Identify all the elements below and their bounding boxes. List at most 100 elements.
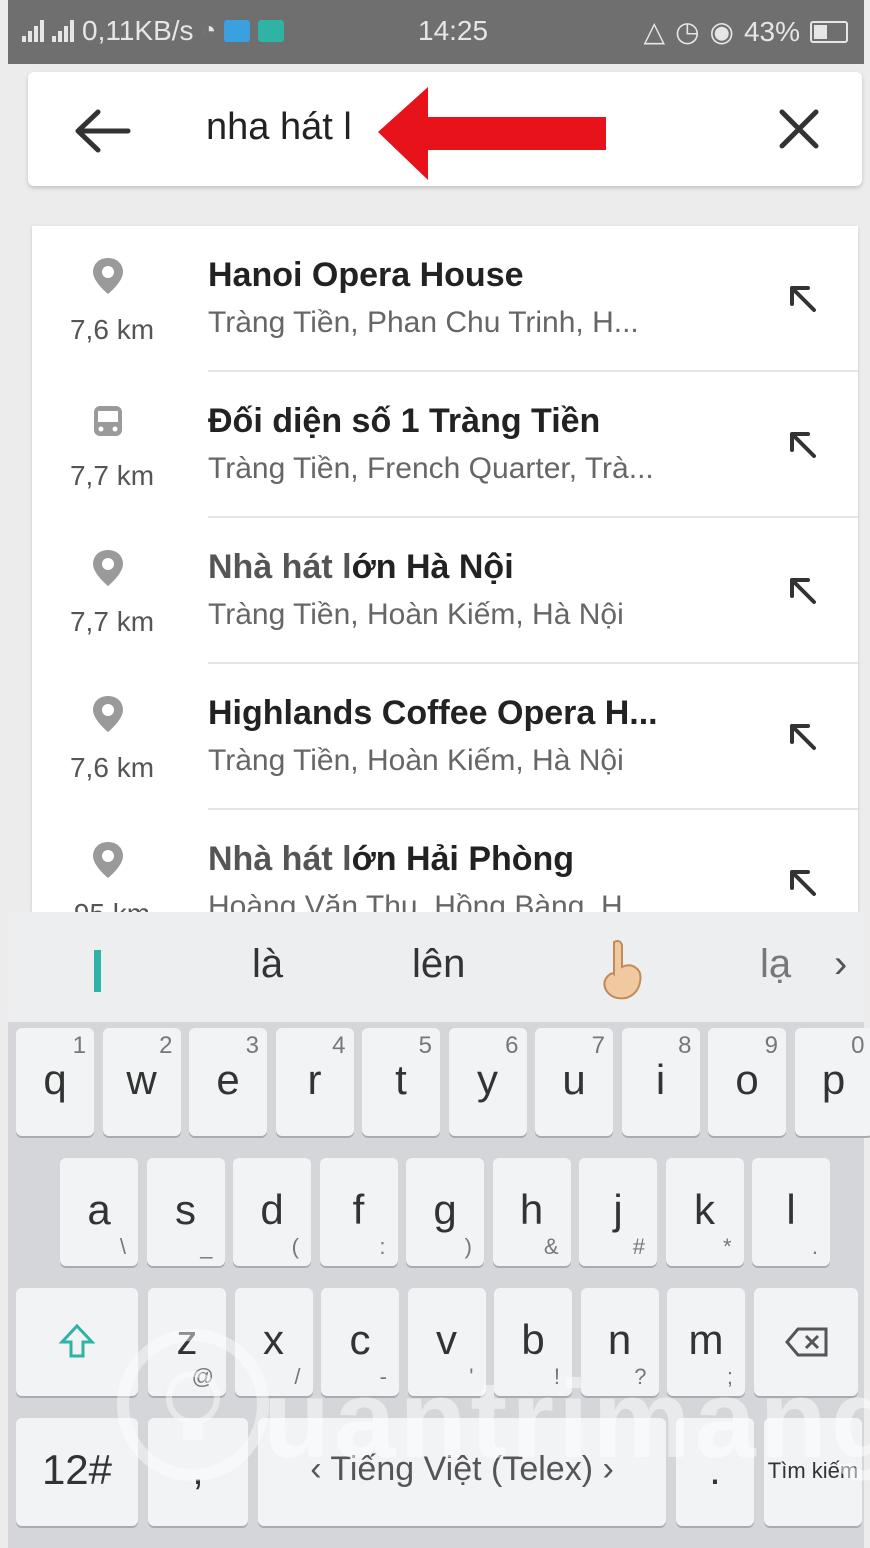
signal-icon-2 bbox=[52, 20, 74, 42]
suggestion-item[interactable]: là bbox=[252, 942, 283, 987]
result-subtitle: Tràng Tiền, Hoàn Kiếm, Hà Nội bbox=[208, 598, 624, 631]
key-r[interactable]: r4 bbox=[275, 1028, 354, 1136]
comma-key[interactable]: , bbox=[148, 1418, 248, 1526]
location-pin-icon bbox=[93, 842, 123, 878]
key-number-hint: 1 bbox=[72, 1032, 86, 1059]
key-k[interactable]: k * bbox=[665, 1158, 744, 1266]
key-q[interactable]: q1 bbox=[16, 1028, 94, 1136]
shift-key[interactable] bbox=[16, 1288, 138, 1396]
suggestion-item[interactable]: lên bbox=[412, 942, 465, 987]
key-symbol-hint: * bbox=[722, 1234, 732, 1259]
key-symbol-hint: # bbox=[632, 1234, 645, 1259]
phone-screen: 0,11KB/s ◔ 14:25 △ ◷ ◉ 43% nha hát l 7,6… bbox=[8, 0, 870, 1548]
eye-icon: ◉ bbox=[709, 16, 734, 47]
key-label: k bbox=[694, 1186, 715, 1233]
fill-query-arrow-icon[interactable] bbox=[786, 866, 820, 900]
key-label: u bbox=[562, 1056, 586, 1103]
key-u[interactable]: u7 bbox=[535, 1028, 613, 1136]
key-w[interactable]: w2 bbox=[102, 1028, 181, 1136]
key-f[interactable]: f: bbox=[319, 1158, 398, 1266]
result-title: Hanoi Opera House bbox=[208, 256, 524, 295]
result-title: Đối diện số 1 Tràng Tiền bbox=[208, 402, 600, 441]
status-bar: 0,11KB/s ◔ 14:25 △ ◷ ◉ 43% bbox=[8, 0, 864, 64]
network-speed: 0,11KB/s bbox=[82, 15, 194, 46]
key-label: w bbox=[126, 1056, 157, 1103]
search-results-list: 7,6 km Hanoi Opera House Tràng Tiền, Phan … bbox=[32, 226, 858, 912]
suggestion-item[interactable]: lạ bbox=[760, 942, 791, 987]
key-g[interactable]: g) bbox=[406, 1158, 484, 1266]
fill-query-arrow-icon[interactable] bbox=[786, 720, 820, 754]
backspace-icon bbox=[785, 1327, 828, 1357]
fill-query-arrow-icon[interactable] bbox=[786, 428, 820, 462]
clock: 14:25 bbox=[418, 15, 489, 46]
key-label: o bbox=[735, 1056, 759, 1103]
location-pin-icon bbox=[93, 550, 123, 586]
shift-icon bbox=[58, 1323, 96, 1358]
alarm-icon: ◷ bbox=[675, 16, 700, 47]
result-distance: 7,6 km bbox=[69, 752, 155, 783]
search-input[interactable]: nha hát l bbox=[206, 106, 352, 149]
key-symbol-hint: & bbox=[543, 1234, 559, 1259]
result-title-rest: Highlands Coffee Opera H... bbox=[208, 694, 658, 732]
search-result-item[interactable]: 7,6 km Highlands Coffee Opera H... Tràng T… bbox=[32, 664, 858, 810]
key-label: p bbox=[821, 1056, 846, 1103]
key-s[interactable]: s _ bbox=[146, 1158, 225, 1266]
back-arrow-icon[interactable] bbox=[72, 106, 132, 156]
key-label: s bbox=[175, 1186, 196, 1233]
key-d[interactable]: d( bbox=[233, 1158, 311, 1266]
search-result-item[interactable]: 95 km Nhà hát lớn Hải Phòng Hoàng Văn Thụ,… bbox=[32, 810, 858, 912]
key-label: , bbox=[192, 1446, 204, 1493]
key-label: r bbox=[307, 1056, 322, 1103]
search-result-item[interactable]: 7,7 km Nhà hát lớn Hà Nội Tràng Tiền, Hoàn… bbox=[32, 518, 858, 664]
key-number-hint: 7 bbox=[591, 1032, 605, 1059]
fill-query-arrow-icon[interactable] bbox=[786, 574, 820, 608]
key-z[interactable]: z @ bbox=[148, 1288, 226, 1396]
wifi-icon: ◔ bbox=[201, 17, 217, 44]
key-e[interactable]: e3 bbox=[189, 1028, 267, 1136]
key-label: a bbox=[87, 1186, 111, 1233]
search-result-item[interactable]: 7,7 km Đối diện số 1 Tràng Tiền Tràng Tiền… bbox=[32, 372, 858, 518]
key-i[interactable]: i8 bbox=[621, 1028, 700, 1136]
hand-pointer-icon bbox=[603, 940, 642, 1000]
key-label: q bbox=[43, 1056, 67, 1103]
search-result-item[interactable]: 7,6 km Hanoi Opera House Tràng Tiền, Phan … bbox=[32, 226, 858, 372]
result-title-rest: ớn Hải Phòng bbox=[351, 840, 575, 878]
chevron-right-icon[interactable]: › bbox=[834, 942, 847, 987]
result-title: Highlands Coffee Opera H... bbox=[208, 694, 658, 733]
key-symbol-hint: _ bbox=[200, 1234, 213, 1259]
key-number-hint: 3 bbox=[245, 1032, 259, 1059]
bus-icon bbox=[94, 406, 122, 436]
key-number-hint: 6 bbox=[505, 1032, 519, 1059]
fill-query-arrow-icon[interactable] bbox=[786, 282, 820, 316]
red-arrow-icon bbox=[378, 87, 606, 180]
key-a[interactable]: a \ bbox=[60, 1158, 138, 1266]
key-y[interactable]: y6 bbox=[448, 1028, 527, 1136]
key-p[interactable]: p0 bbox=[794, 1028, 870, 1136]
result-distance: 95 km bbox=[62, 898, 162, 912]
result-subtitle: Tràng Tiền, Hoàn Kiếm, Hà Nội bbox=[208, 744, 624, 777]
key-label: l bbox=[786, 1186, 796, 1233]
signal-icon bbox=[22, 20, 44, 42]
result-distance: 7,6 km bbox=[69, 314, 155, 345]
key-j[interactable]: j # bbox=[579, 1158, 657, 1266]
key-l[interactable]: l. bbox=[752, 1158, 830, 1266]
key-symbol-hint: . bbox=[811, 1234, 818, 1259]
suggestion-bar: là lên lạ › bbox=[8, 912, 864, 1022]
key-symbol-hint: ) bbox=[464, 1234, 472, 1259]
key-number-hint: 8 bbox=[678, 1032, 692, 1059]
result-title-rest: Hanoi Opera House bbox=[208, 256, 524, 294]
close-icon[interactable] bbox=[776, 106, 822, 152]
app-notification-icon bbox=[258, 20, 285, 42]
watermark-text: uantrimang bbox=[263, 1358, 870, 1481]
key-label: t bbox=[395, 1056, 407, 1103]
battery-percent: 43% bbox=[743, 15, 800, 47]
numbers-key[interactable]: 12# bbox=[16, 1418, 138, 1526]
key-t[interactable]: t5 bbox=[362, 1028, 440, 1136]
key-label: h bbox=[519, 1186, 544, 1233]
result-subtitle: Tràng Tiền, French Quarter, Trà... bbox=[208, 452, 654, 485]
key-h[interactable]: h & bbox=[492, 1158, 571, 1266]
key-label: y bbox=[477, 1056, 498, 1103]
key-o[interactable]: o9 bbox=[708, 1028, 786, 1136]
location-pin-icon bbox=[93, 258, 123, 294]
key-label: i bbox=[655, 1056, 666, 1103]
